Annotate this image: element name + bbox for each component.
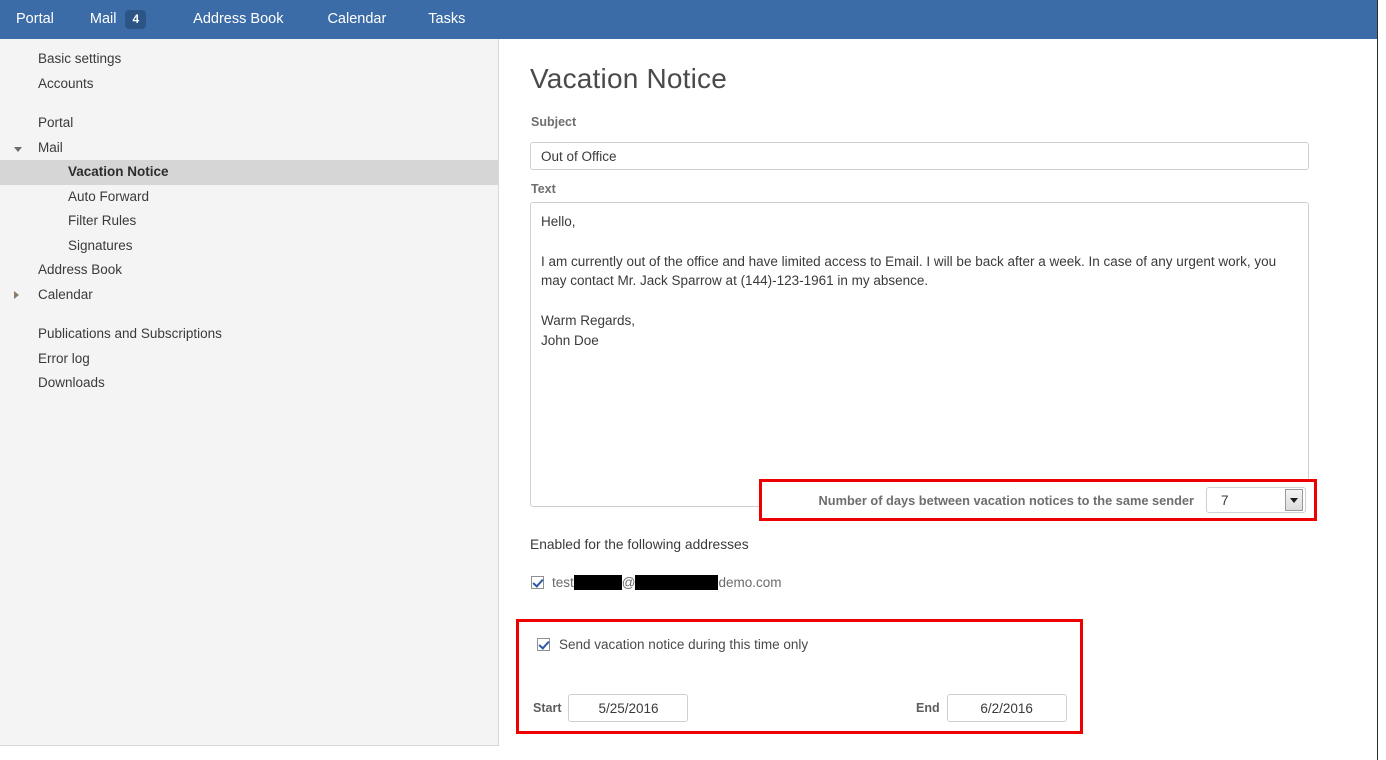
sidebar-divider-gap-2 — [0, 307, 498, 322]
send-during-time-only-checkbox[interactable] — [537, 638, 550, 651]
sidebar-item-label: Vacation Notice — [68, 160, 169, 185]
nav-tab-calendar[interactable]: Calendar — [327, 0, 386, 39]
sidebar-item-label: Address Book — [38, 258, 122, 283]
nav-tab-calendar-label: Calendar — [327, 0, 386, 39]
sidebar-item-filter-rules[interactable]: Filter Rules — [0, 209, 498, 234]
sidebar-item-vacation-notice[interactable]: Vacation Notice — [0, 160, 498, 185]
chevron-down-icon[interactable] — [1285, 489, 1303, 511]
end-date-label: End — [916, 701, 940, 715]
enabled-address-text: test @ demo.com — [552, 575, 782, 590]
subject-label: Subject — [531, 115, 576, 129]
vacation-notice-panel: Vacation Notice Subject Text Hello, I am… — [500, 39, 1377, 760]
nav-tab-mail-badge: 4 — [125, 10, 146, 29]
sidebar-item-label: Auto Forward — [68, 185, 149, 210]
sidebar-item-publications-and-subscriptions[interactable]: Publications and Subscriptions — [0, 322, 498, 347]
subject-input[interactable] — [530, 142, 1309, 170]
chevron-down-icon[interactable] — [14, 136, 26, 161]
enabled-addresses-label: Enabled for the following addresses — [530, 537, 749, 552]
end-date-group: End — [916, 694, 1067, 722]
sidebar-item-label: Downloads — [38, 371, 105, 396]
address-suffix: demo.com — [718, 575, 781, 590]
start-date-input[interactable] — [568, 694, 688, 722]
sidebar-item-accounts[interactable]: Accounts — [0, 72, 498, 97]
address-at-symbol: @ — [622, 575, 636, 590]
days-between-notices-highlight-box: Number of days between vacation notices … — [759, 479, 1317, 521]
sidebar-item-error-log[interactable]: Error log — [0, 347, 498, 372]
start-date-label: Start — [533, 701, 561, 715]
top-navigation-bar: Portal Mail 4 Address Book Calendar Task… — [0, 0, 1377, 39]
nav-tab-portal-label: Portal — [16, 0, 54, 39]
send-during-time-only-row[interactable]: Send vacation notice during this time on… — [537, 637, 808, 652]
enabled-address-checkbox[interactable] — [531, 576, 544, 589]
sidebar-item-label: Mail — [38, 136, 63, 161]
sidebar-bottom-margin — [0, 746, 500, 760]
sidebar-divider-gap-1 — [0, 96, 498, 111]
sidebar-item-label: Accounts — [38, 72, 94, 97]
sidebar-item-signatures[interactable]: Signatures — [0, 234, 498, 259]
text-label: Text — [531, 182, 556, 196]
sidebar-item-calendar[interactable]: Calendar — [0, 283, 498, 308]
send-during-time-only-label: Send vacation notice during this time on… — [559, 637, 808, 652]
nav-tab-address-book-label: Address Book — [193, 0, 283, 39]
sidebar-item-auto-forward[interactable]: Auto Forward — [0, 185, 498, 210]
window-right-margin — [1378, 0, 1386, 760]
nav-tab-mail-label: Mail — [90, 0, 117, 39]
page-title: Vacation Notice — [530, 63, 727, 95]
sidebar-item-label: Basic settings — [38, 47, 121, 72]
sidebar-item-mail[interactable]: Mail — [0, 136, 498, 161]
settings-sidebar: Basic settings Accounts Portal Mail Vaca… — [0, 39, 499, 746]
nav-tab-tasks-label: Tasks — [428, 0, 465, 39]
sidebar-item-downloads[interactable]: Downloads — [0, 371, 498, 396]
sidebar-item-label: Error log — [38, 347, 90, 372]
nav-tab-portal[interactable]: Portal — [16, 0, 54, 39]
sidebar-item-label: Publications and Subscriptions — [38, 322, 222, 347]
sidebar-item-label: Signatures — [68, 234, 133, 259]
sidebar-item-address-book[interactable]: Address Book — [0, 258, 498, 283]
time-window-highlight-box: Send vacation notice during this time on… — [516, 619, 1083, 734]
sidebar-item-portal[interactable]: Portal — [0, 111, 498, 136]
sidebar-item-basic-settings[interactable]: Basic settings — [0, 47, 498, 72]
vacation-message-textarea[interactable]: Hello, I am currently out of the office … — [530, 202, 1309, 507]
redaction-bar-local-part — [574, 575, 622, 590]
nav-tab-tasks[interactable]: Tasks — [428, 0, 465, 39]
days-between-notices-select[interactable]: 7 — [1206, 487, 1306, 513]
sidebar-item-label: Calendar — [38, 283, 93, 308]
nav-tab-mail[interactable]: Mail 4 — [90, 0, 146, 39]
sidebar-item-label: Filter Rules — [68, 209, 136, 234]
days-between-notices-value: 7 — [1207, 493, 1229, 508]
address-prefix: test — [552, 575, 574, 590]
start-date-group: Start — [533, 694, 688, 722]
sidebar-item-label: Portal — [38, 111, 73, 136]
enabled-address-row[interactable]: test @ demo.com — [531, 575, 782, 590]
chevron-right-icon[interactable] — [14, 283, 26, 308]
redaction-bar-domain — [635, 575, 718, 590]
end-date-input[interactable] — [947, 694, 1067, 722]
days-between-notices-label: Number of days between vacation notices … — [819, 493, 1194, 508]
nav-tab-address-book[interactable]: Address Book — [193, 0, 283, 39]
